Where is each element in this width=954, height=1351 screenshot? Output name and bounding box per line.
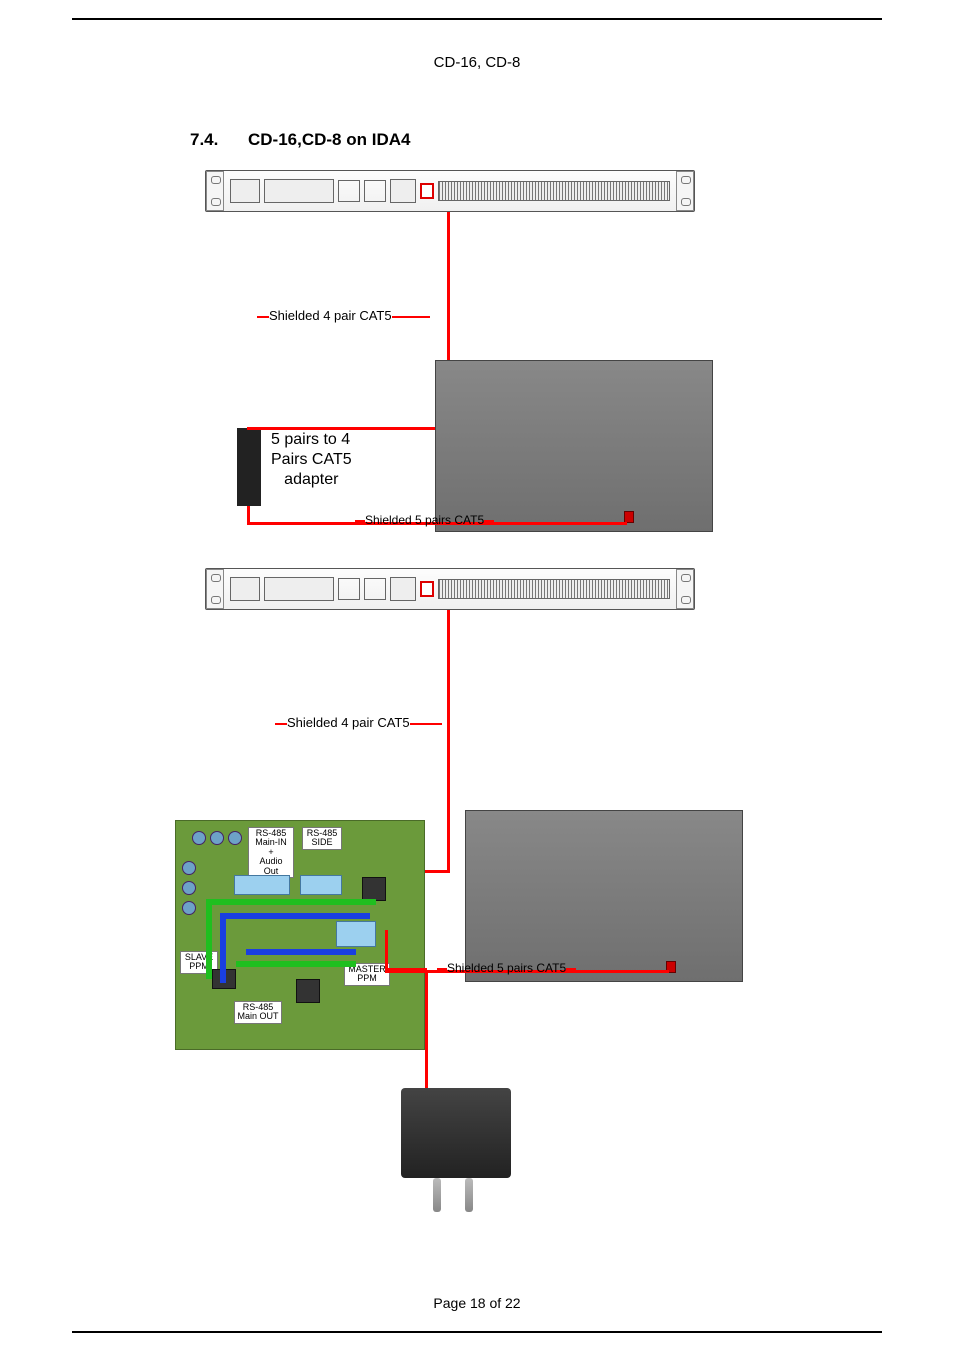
rj45-port-mid: [420, 581, 434, 597]
section-title: CD-16,CD-8 on IDA4: [248, 130, 410, 150]
pcb-label-main-out: RS-485 Main OUT: [234, 1001, 282, 1024]
cable-label-5pair-a: Shielded 5 pairs CAT5: [355, 513, 494, 527]
pcb-label-side: RS-485 SIDE: [302, 827, 342, 850]
power-supply: [401, 1088, 511, 1178]
cd-device-upper: [435, 360, 713, 532]
page-header: CD-16, CD-8: [0, 54, 954, 71]
pcb-label-main-in: RS-485 Main-IN + Audio Out: [248, 827, 294, 878]
cable-label-4pair-b: Shielded 4 pair CAT5: [275, 715, 442, 730]
cat5-adapter: [237, 428, 261, 506]
psu-prong-left: [433, 1178, 441, 1212]
cable-red-mid: [447, 610, 450, 870]
cable-label-5pair-b: Shielded 5 pairs CAT5: [437, 961, 576, 975]
page-bottom-rule: [72, 1331, 882, 1333]
connection-diagram: Shielded 4 pair CAT5 5 pairs to 4 Pairs …: [175, 170, 715, 1250]
ida4-unit-top: [205, 170, 695, 212]
rj45-port-top: [420, 183, 434, 199]
page-footer: Page 18 of 22: [0, 1295, 954, 1311]
ida4-unit-middle: [205, 568, 695, 610]
section-number: 7.4.: [190, 130, 218, 150]
cable-red-to-adapter: [248, 427, 448, 430]
page-top-rule: [72, 18, 882, 20]
cable-label-4pair-a: Shielded 4 pair CAT5: [257, 308, 430, 323]
psu-prong-right: [465, 1178, 473, 1212]
adapter-label: 5 pairs to 4 Pairs CAT5 adapter: [271, 430, 352, 490]
cd-device-lower: [465, 810, 743, 982]
